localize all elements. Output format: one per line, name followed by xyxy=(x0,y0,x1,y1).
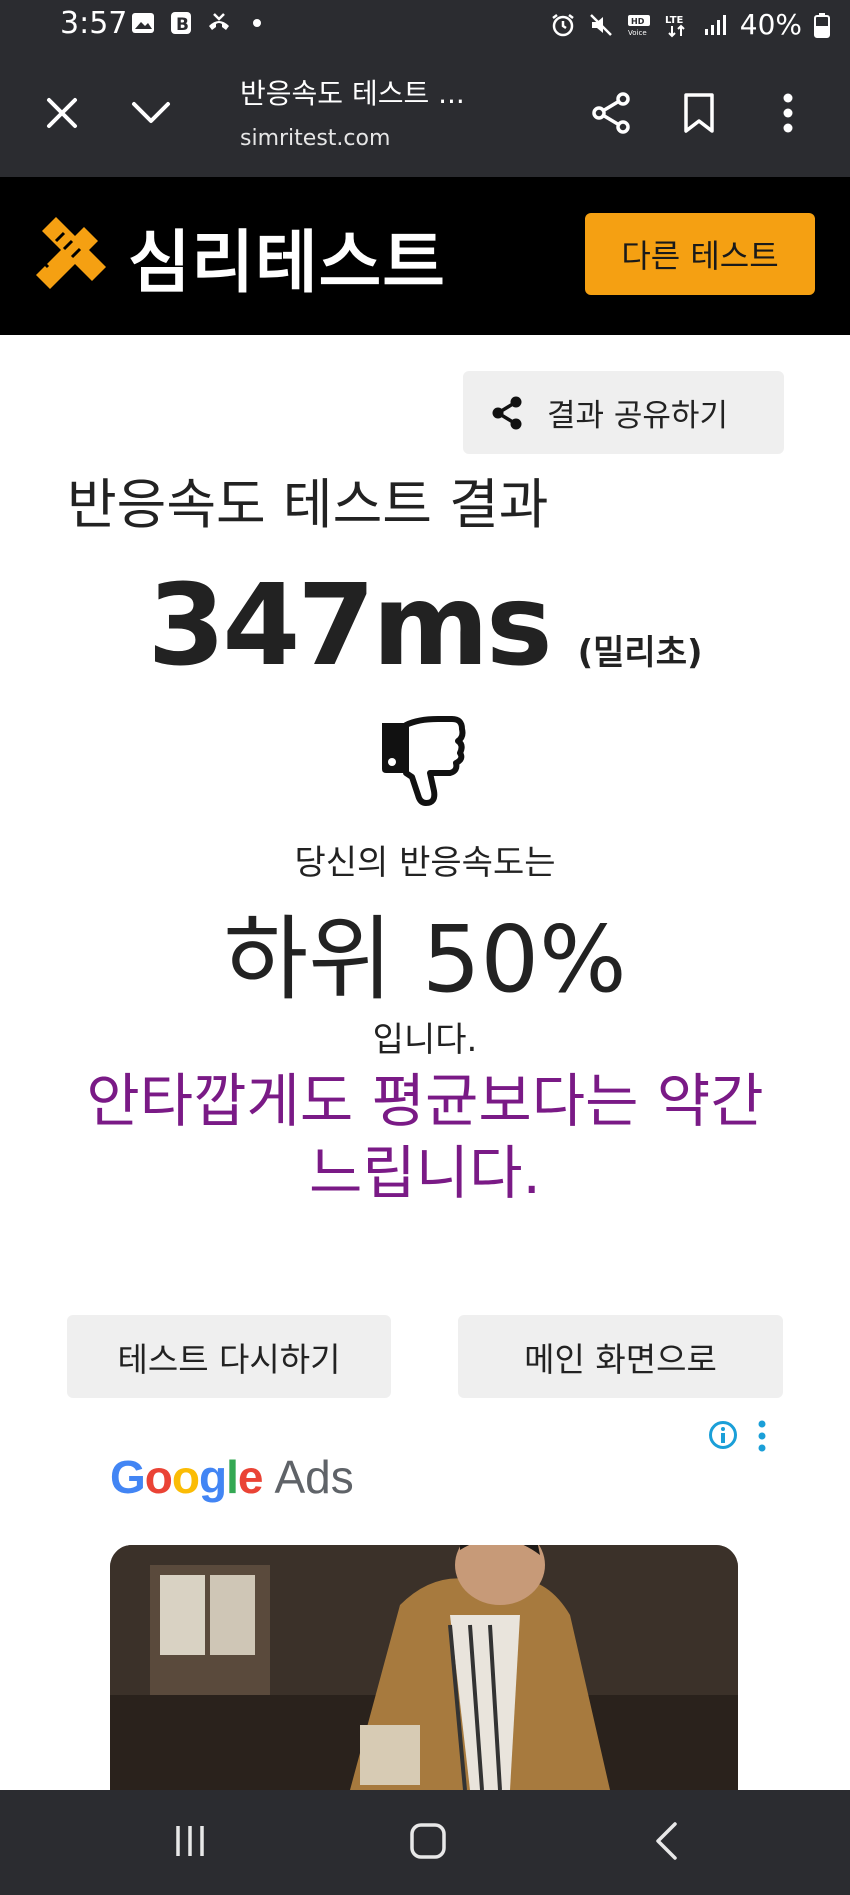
score-display: 347ms (밀리초) xyxy=(0,570,850,682)
reaction-time-value: 347ms xyxy=(147,561,552,691)
page-title: 반응속도 테스트 ... xyxy=(240,77,465,110)
recent-apps-icon xyxy=(176,1826,204,1856)
signal-icon xyxy=(704,14,726,35)
svg-text:Voice: Voice xyxy=(628,29,647,37)
page-url[interactable]: simritest.com xyxy=(240,126,390,151)
dot-icon xyxy=(253,19,261,27)
lte-icon: LTE xyxy=(665,15,685,37)
gallery-icon xyxy=(132,13,154,33)
site-logo-text[interactable]: 심리테스트 xyxy=(128,207,446,306)
ad-photo-illustration xyxy=(110,1545,738,1790)
pencil-ruler-logo-icon[interactable] xyxy=(34,215,108,289)
ad-image[interactable] xyxy=(110,1545,738,1790)
back-button[interactable] xyxy=(636,1816,696,1866)
ads-wordmark: Ads xyxy=(274,1451,354,1503)
browser-toolbar: 반응속도 테스트 ... simritest.com xyxy=(0,50,850,177)
hd-voice-icon: HD Voice xyxy=(627,14,650,37)
share-page-button[interactable] xyxy=(581,83,641,143)
retry-test-button[interactable]: 테스트 다시하기 xyxy=(67,1315,391,1398)
ad-info-icon[interactable] xyxy=(708,1420,738,1450)
google-ads-logo: Google Ads xyxy=(110,1450,354,1504)
result-intro-text: 당신의 반응속도는 xyxy=(294,843,556,883)
other-test-button[interactable]: 다른 테스트 xyxy=(585,213,815,295)
alarm-icon xyxy=(552,13,574,36)
system-navigation-bar xyxy=(0,1790,850,1895)
battery-icon xyxy=(814,12,830,38)
thumbs-down-icon xyxy=(382,716,466,806)
share-result-label: 결과 공유하기 xyxy=(547,398,728,434)
back-icon xyxy=(656,1822,677,1860)
status-time: 3:57 xyxy=(60,6,128,41)
system-icons: HD Voice LTE 40% xyxy=(550,8,830,41)
mute-icon xyxy=(589,13,612,36)
result-comment: 안타깝게도 평균보다는 약간 느립니다. xyxy=(86,1067,764,1207)
more-options-button[interactable] xyxy=(758,83,818,143)
recent-apps-button[interactable] xyxy=(160,1816,220,1866)
svg-text:HD: HD xyxy=(631,17,645,26)
b-app-icon: B xyxy=(171,12,191,35)
home-icon xyxy=(410,1823,446,1859)
close-icon xyxy=(47,98,77,128)
close-tab-button[interactable] xyxy=(32,83,92,143)
site-header: 심리테스트 다른 테스트 xyxy=(0,177,850,335)
result-title: 반응속도 테스트 결과 xyxy=(67,473,549,536)
minimize-tab-button[interactable] xyxy=(121,83,181,143)
share-icon xyxy=(492,396,522,429)
google-wordmark: Google xyxy=(110,1451,263,1503)
percentile-rank: 하위 50% xyxy=(223,906,627,1013)
ad-options-icon[interactable] xyxy=(756,1420,768,1452)
result-outro-text: 입니다. xyxy=(372,1020,478,1060)
home-button[interactable] xyxy=(398,1816,458,1866)
svg-text:B: B xyxy=(176,15,189,35)
status-bar: 3:57 B HD Voice LTE 40% xyxy=(0,0,850,50)
battery-percent: 40% xyxy=(739,8,802,41)
bookmark-icon xyxy=(684,93,714,133)
reaction-time-unit: (밀리초) xyxy=(577,633,703,673)
main-screen-button[interactable]: 메인 화면으로 xyxy=(458,1315,783,1398)
missed-call-icon xyxy=(209,13,229,30)
notification-icons: B xyxy=(130,10,270,36)
more-vertical-icon xyxy=(783,93,793,133)
share-icon xyxy=(592,92,630,134)
svg-text:LTE: LTE xyxy=(665,15,684,26)
chevron-down-icon xyxy=(132,102,170,123)
bookmark-button[interactable] xyxy=(669,83,729,143)
share-result-button[interactable]: 결과 공유하기 xyxy=(463,371,784,454)
